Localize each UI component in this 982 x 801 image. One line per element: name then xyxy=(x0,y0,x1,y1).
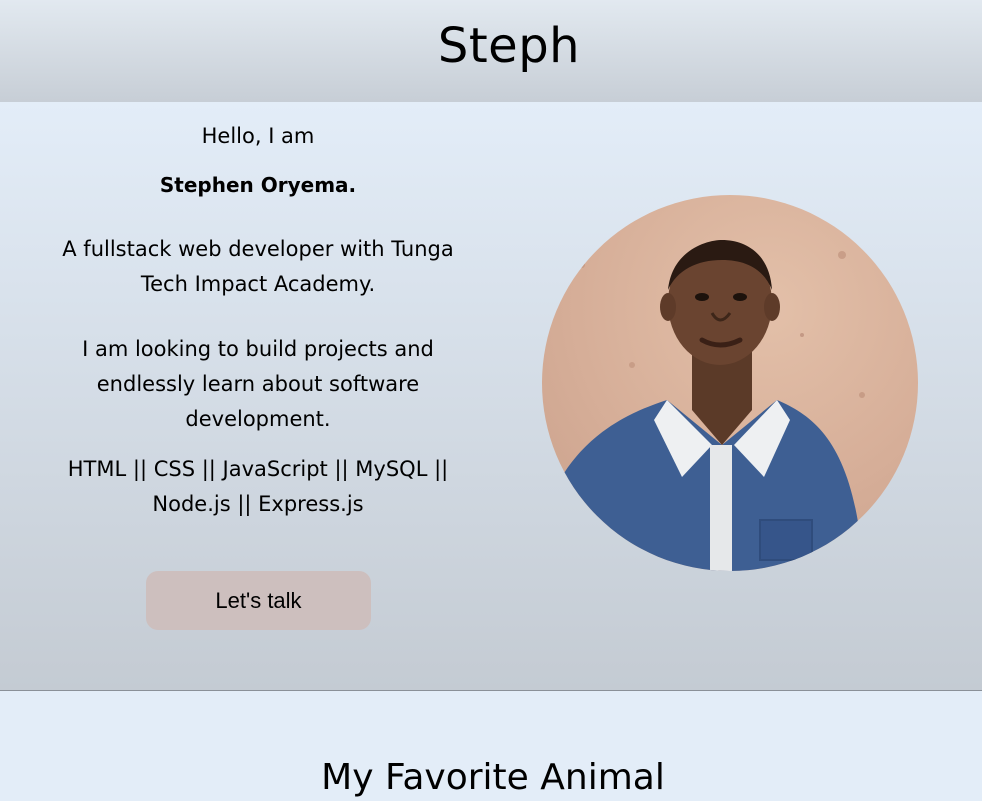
section-title: My Favorite Animal xyxy=(321,757,665,798)
site-title: Steph xyxy=(437,18,581,74)
skills-list: HTML || CSS || JavaScript || MySQL || No… xyxy=(67,457,449,516)
favorite-animal-section: My Favorite Animal xyxy=(0,691,982,801)
site-header: Steph xyxy=(0,0,982,102)
goals-text: I am looking to build projects and endle… xyxy=(82,337,434,431)
developer-name: Stephen Oryema. xyxy=(159,173,357,197)
profile-photo-illustration xyxy=(552,240,865,571)
intro-text: Hello, I am Stephen Oryema. A fullstack … xyxy=(38,102,478,522)
description-text: A fullstack web developer with Tunga Tec… xyxy=(62,237,454,296)
profile-photo xyxy=(542,195,918,571)
greeting-text: Hello, I am xyxy=(201,124,315,148)
lets-talk-button[interactable]: Let's talk xyxy=(146,571,371,630)
hero-section: Hello, I am Stephen Oryema. A fullstack … xyxy=(0,102,982,691)
